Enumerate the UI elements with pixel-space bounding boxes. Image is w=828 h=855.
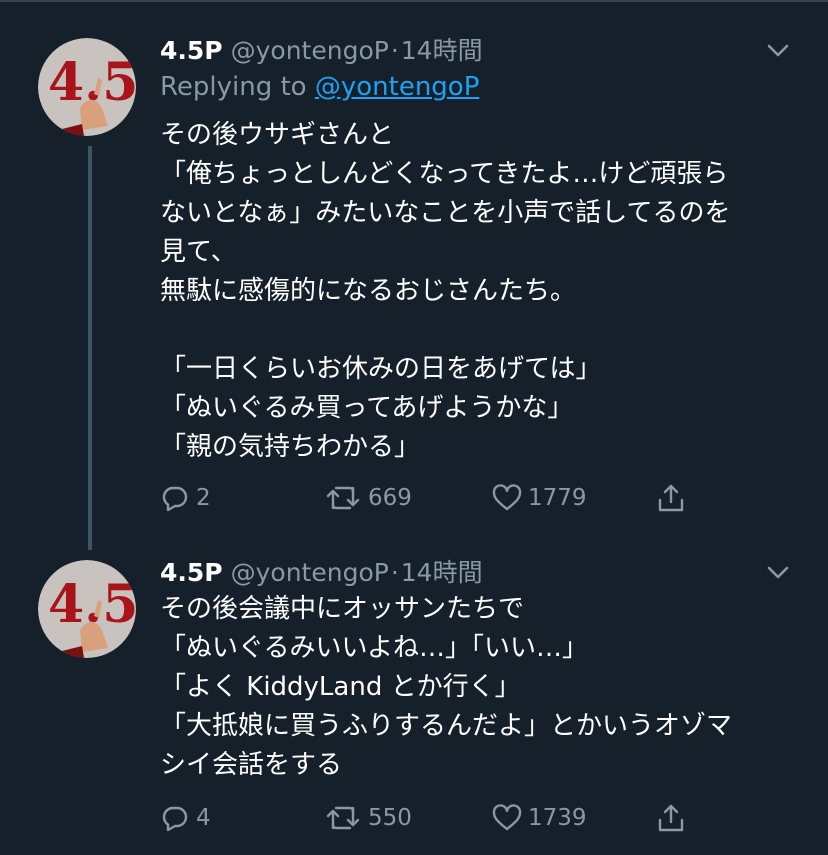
tweet-header: 4.5P @yontengoP·14時間	[160, 34, 483, 68]
like-count: 1739	[528, 805, 587, 831]
reply-count: 2	[196, 485, 211, 511]
share-button[interactable]	[656, 480, 692, 516]
user-handle[interactable]: @yontengoP	[231, 558, 389, 587]
tweet-2[interactable]: 4.5 4.5P @yontengoP·14時間 その後会議中にオッサンたちで 「…	[0, 550, 828, 855]
avatar[interactable]: 4.5	[38, 38, 136, 136]
share-icon	[658, 804, 684, 832]
reply-button[interactable]: 2	[160, 480, 211, 516]
retweet-count: 669	[368, 485, 412, 511]
tweet-actions: 2 669 1779	[160, 480, 700, 516]
like-icon	[492, 804, 522, 831]
avatar[interactable]: 4.5	[38, 560, 136, 658]
retweet-icon	[326, 806, 360, 830]
reply-button[interactable]: 4	[160, 800, 211, 836]
timestamp[interactable]: 14時間	[401, 36, 483, 65]
timestamp[interactable]: 14時間	[401, 558, 483, 587]
like-icon	[492, 484, 522, 511]
separator-dot: ·	[390, 558, 399, 587]
retweet-icon	[326, 486, 360, 510]
chevron-down-icon[interactable]	[764, 36, 792, 64]
reply-icon	[162, 486, 188, 512]
separator-dot: ·	[390, 36, 399, 65]
retweet-button[interactable]: 550	[324, 800, 412, 836]
replying-prefix: Replying to	[160, 72, 307, 102]
display-name[interactable]: 4.5P	[160, 558, 223, 587]
like-count: 1779	[528, 485, 587, 511]
user-handle[interactable]: @yontengoP	[231, 36, 389, 65]
retweet-count: 550	[368, 805, 412, 831]
like-button[interactable]: 1779	[492, 480, 587, 516]
reply-count: 4	[196, 805, 211, 831]
share-button[interactable]	[656, 800, 692, 836]
like-button[interactable]: 1739	[492, 800, 587, 836]
replying-handle-link[interactable]: @yontengoP	[315, 72, 480, 102]
tweet-header: 4.5P @yontengoP·14時間	[160, 556, 483, 590]
tweet-text: その後会議中にオッサンたちで 「ぬいぐるみいいよね…」「いい…」 「よく Kid…	[160, 594, 733, 780]
reply-icon	[162, 806, 188, 832]
display-name[interactable]: 4.5P	[160, 36, 223, 65]
tweet-actions: 4 550 1739	[160, 800, 700, 836]
share-icon	[658, 484, 684, 512]
replying-to: Replying to @yontengoP	[160, 72, 479, 102]
tweet-text: その後ウサギさんと 「俺ちょっとしんどくなってきたよ…けど頑張ら ないとなぁ」み…	[160, 120, 731, 462]
chevron-down-icon[interactable]	[764, 558, 792, 586]
thread-line	[88, 146, 92, 550]
tweet-1[interactable]: 4.5 4.5P @yontengoP·14時間 Replying to @yon…	[0, 0, 828, 550]
retweet-button[interactable]: 669	[324, 480, 412, 516]
